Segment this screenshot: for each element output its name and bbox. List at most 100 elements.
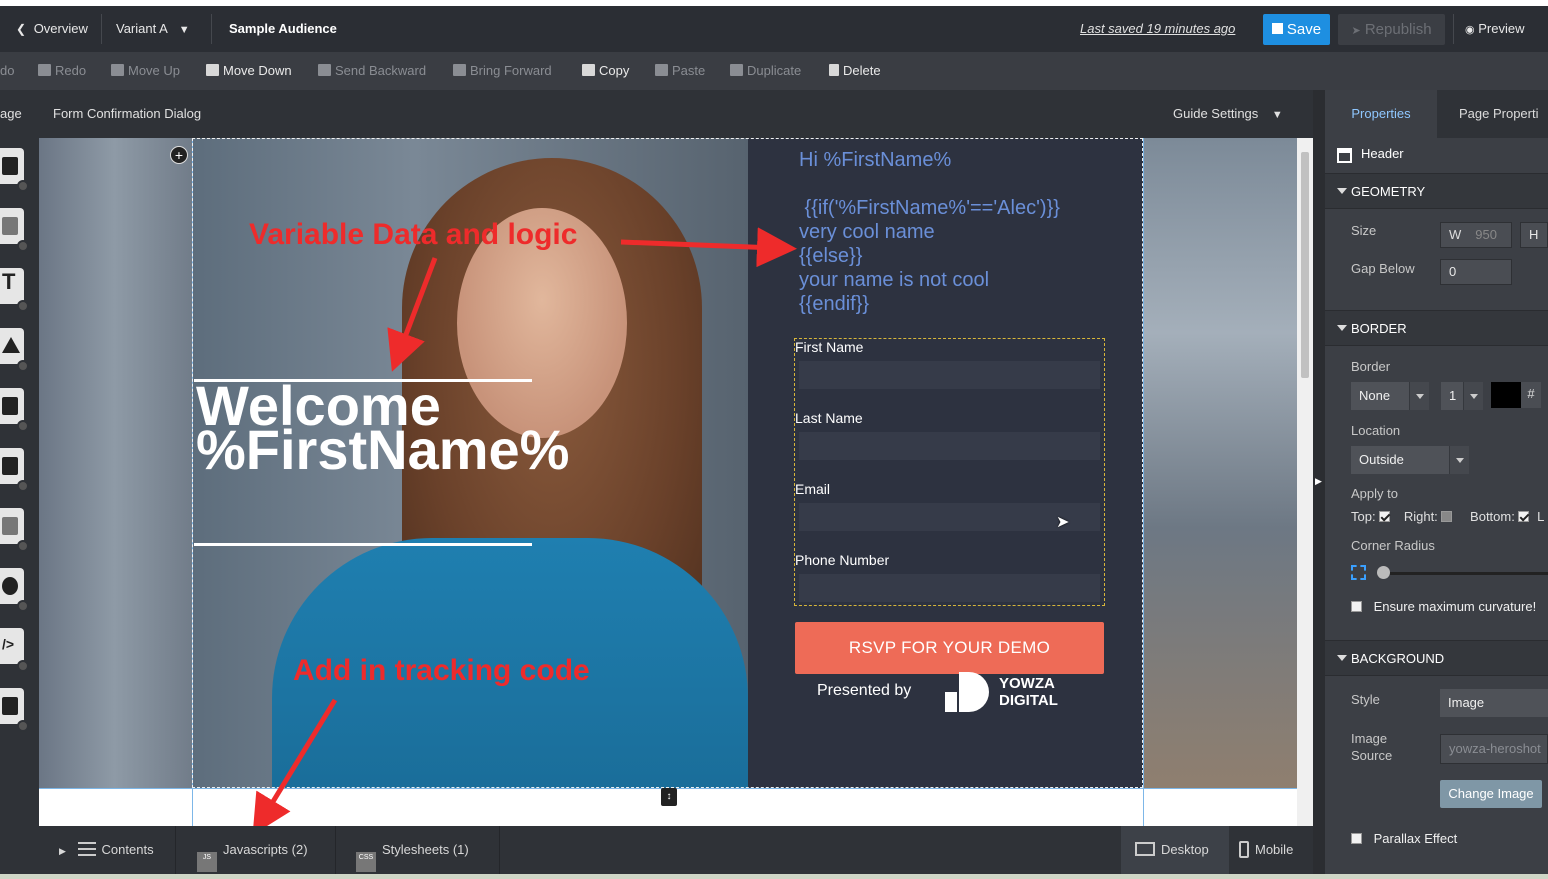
lead-form[interactable]: First Name Last Name Email Phone Number xyxy=(794,338,1105,606)
move-down-button[interactable]: Move Down xyxy=(206,52,292,90)
tool-box[interactable] xyxy=(0,148,29,192)
parallax-checkbox[interactable] xyxy=(1351,833,1362,844)
properties-panel: Properties Page Properti Header GEOMETRY… xyxy=(1325,90,1548,879)
corner-radius-icon[interactable] xyxy=(1351,565,1366,580)
location-select[interactable]: Outside xyxy=(1351,446,1469,474)
geometry-section[interactable]: GEOMETRY xyxy=(1325,173,1548,209)
chevron-left-icon: ❮ xyxy=(16,22,27,36)
preview-button[interactable]: ◉ Preview xyxy=(1465,6,1524,52)
overview-link[interactable]: ❮ Overview xyxy=(16,6,88,52)
conditional-logic-text[interactable]: Hi %FirstName% {{if('%FirstName%'=='Alec… xyxy=(799,148,1060,316)
border-label: Border xyxy=(1351,359,1391,374)
javascripts-button[interactable]: JSJavascripts (2) xyxy=(197,826,308,874)
right-checkbox[interactable] xyxy=(1441,511,1453,522)
phone-label: Phone Number xyxy=(795,552,890,568)
rsvp-button[interactable]: RSVP FOR YOUR DEMO xyxy=(795,622,1104,674)
image-icon xyxy=(2,217,18,235)
slider-handle[interactable] xyxy=(1377,566,1390,579)
page-tab[interactable]: age xyxy=(0,90,22,138)
element-name: Header xyxy=(1361,146,1404,161)
tool-shape[interactable] xyxy=(0,328,29,372)
corner-radius-slider[interactable] xyxy=(1383,572,1548,575)
change-image-button[interactable]: Change Image xyxy=(1440,780,1542,808)
stylesheets-button[interactable]: CSSStylesheets (1) xyxy=(356,826,469,874)
phone-field[interactable] xyxy=(799,574,1100,602)
image-source-input[interactable]: yowza-heroshot xyxy=(1440,734,1548,764)
triangle-icon xyxy=(2,337,20,353)
phone-icon xyxy=(1239,841,1249,858)
audience-name[interactable]: Sample Audience xyxy=(229,6,337,52)
background-section[interactable]: BACKGROUND xyxy=(1325,640,1548,676)
last-name-label: Last Name xyxy=(795,410,863,426)
size-label: Size xyxy=(1351,223,1377,238)
delete-button[interactable]: Delete xyxy=(829,52,881,90)
first-name-field[interactable] xyxy=(799,361,1100,389)
tool-code[interactable]: /> xyxy=(0,628,29,672)
save-button[interactable]: Save xyxy=(1263,14,1330,45)
border-width-select[interactable]: 1 xyxy=(1441,382,1483,410)
eye-icon: ◉ xyxy=(1465,24,1475,36)
width-input[interactable]: W 950 xyxy=(1440,222,1512,248)
contents-toggle[interactable]: ▶ Contents xyxy=(59,826,154,874)
desktop-view-button[interactable]: Desktop xyxy=(1121,826,1229,874)
copy-icon xyxy=(582,64,595,76)
copy-button[interactable]: Copy xyxy=(582,52,629,90)
email-field[interactable] xyxy=(799,503,1100,531)
caret-right-icon: ▶ xyxy=(59,846,66,856)
undo-button[interactable]: do xyxy=(0,52,14,90)
border-section[interactable]: BORDER xyxy=(1325,310,1548,346)
dialog-title: Form Confirmation Dialog xyxy=(53,106,202,121)
send-backward-icon xyxy=(318,64,331,76)
email-label: Email xyxy=(795,481,831,497)
bring-forward-button[interactable]: Bring Forward xyxy=(453,52,552,90)
duplicate-icon xyxy=(730,64,743,76)
hex-button[interactable]: # xyxy=(1521,382,1541,408)
background-style-select[interactable]: Image xyxy=(1440,689,1548,717)
last-saved-link[interactable]: Last saved 19 minutes ago xyxy=(1080,6,1235,52)
guide-settings-dropdown[interactable]: Guide Settings ▼ xyxy=(1173,90,1283,138)
redo-icon xyxy=(38,64,51,76)
move-down-icon xyxy=(206,64,219,76)
tool-text[interactable]: T xyxy=(0,268,29,312)
top-checkbox[interactable] xyxy=(1379,511,1391,522)
last-name-field[interactable] xyxy=(799,432,1100,460)
send-backward-button[interactable]: Send Backward xyxy=(318,52,426,90)
tool-divider[interactable] xyxy=(0,508,29,552)
mobile-view-button[interactable]: Mobile xyxy=(1239,826,1293,874)
bottom-checkbox[interactable] xyxy=(1518,511,1530,522)
redo-button[interactable]: Redo xyxy=(38,52,86,90)
monitor-icon xyxy=(1135,842,1155,856)
tab-properties[interactable]: Properties xyxy=(1325,90,1437,138)
canvas-scrollbar[interactable] xyxy=(1297,138,1313,826)
tool-social[interactable] xyxy=(0,688,29,732)
variant-dropdown[interactable]: Variant A ▼ xyxy=(116,6,190,52)
tool-video[interactable] xyxy=(0,568,29,612)
thumbs-up-icon xyxy=(2,697,18,715)
height-input[interactable]: H xyxy=(1520,222,1548,248)
border-style-select[interactable]: None xyxy=(1351,382,1429,410)
republish-button[interactable]: ➤ Republish xyxy=(1338,14,1445,45)
editor-canvas[interactable]: + ↕ Welcome %FirstName% Variable Data an… xyxy=(39,138,1297,826)
floppy-icon xyxy=(1271,23,1283,34)
caret-down-icon: ▼ xyxy=(1271,109,1283,121)
paste-button[interactable]: Paste xyxy=(655,52,705,90)
border-color-swatch[interactable] xyxy=(1491,382,1521,408)
ensure-curvature-option: Ensure maximum curvature! xyxy=(1351,599,1536,614)
presented-by-text: Presented by xyxy=(817,682,912,699)
move-up-button[interactable]: Move Up xyxy=(111,52,180,90)
divider-icon xyxy=(2,517,18,535)
caret-down-icon: ▼ xyxy=(178,24,190,36)
ensure-curvature-checkbox[interactable] xyxy=(1351,601,1362,612)
tool-form[interactable] xyxy=(0,448,29,492)
bottom-bar: ▶ Contents JSJavascripts (2) CSSStyleshe… xyxy=(39,826,1313,874)
code-icon: /> xyxy=(2,636,15,652)
gap-below-input[interactable]: 0 xyxy=(1440,259,1512,285)
trash-icon xyxy=(829,64,839,76)
tool-image[interactable] xyxy=(0,208,29,252)
text-icon: T xyxy=(2,269,16,294)
tool-button[interactable] xyxy=(0,388,29,432)
tab-page-properties[interactable]: Page Properti xyxy=(1459,90,1539,138)
collapse-arrow-icon[interactable]: ▶ xyxy=(1315,476,1322,487)
paste-icon xyxy=(655,64,668,76)
duplicate-button[interactable]: Duplicate xyxy=(730,52,801,90)
